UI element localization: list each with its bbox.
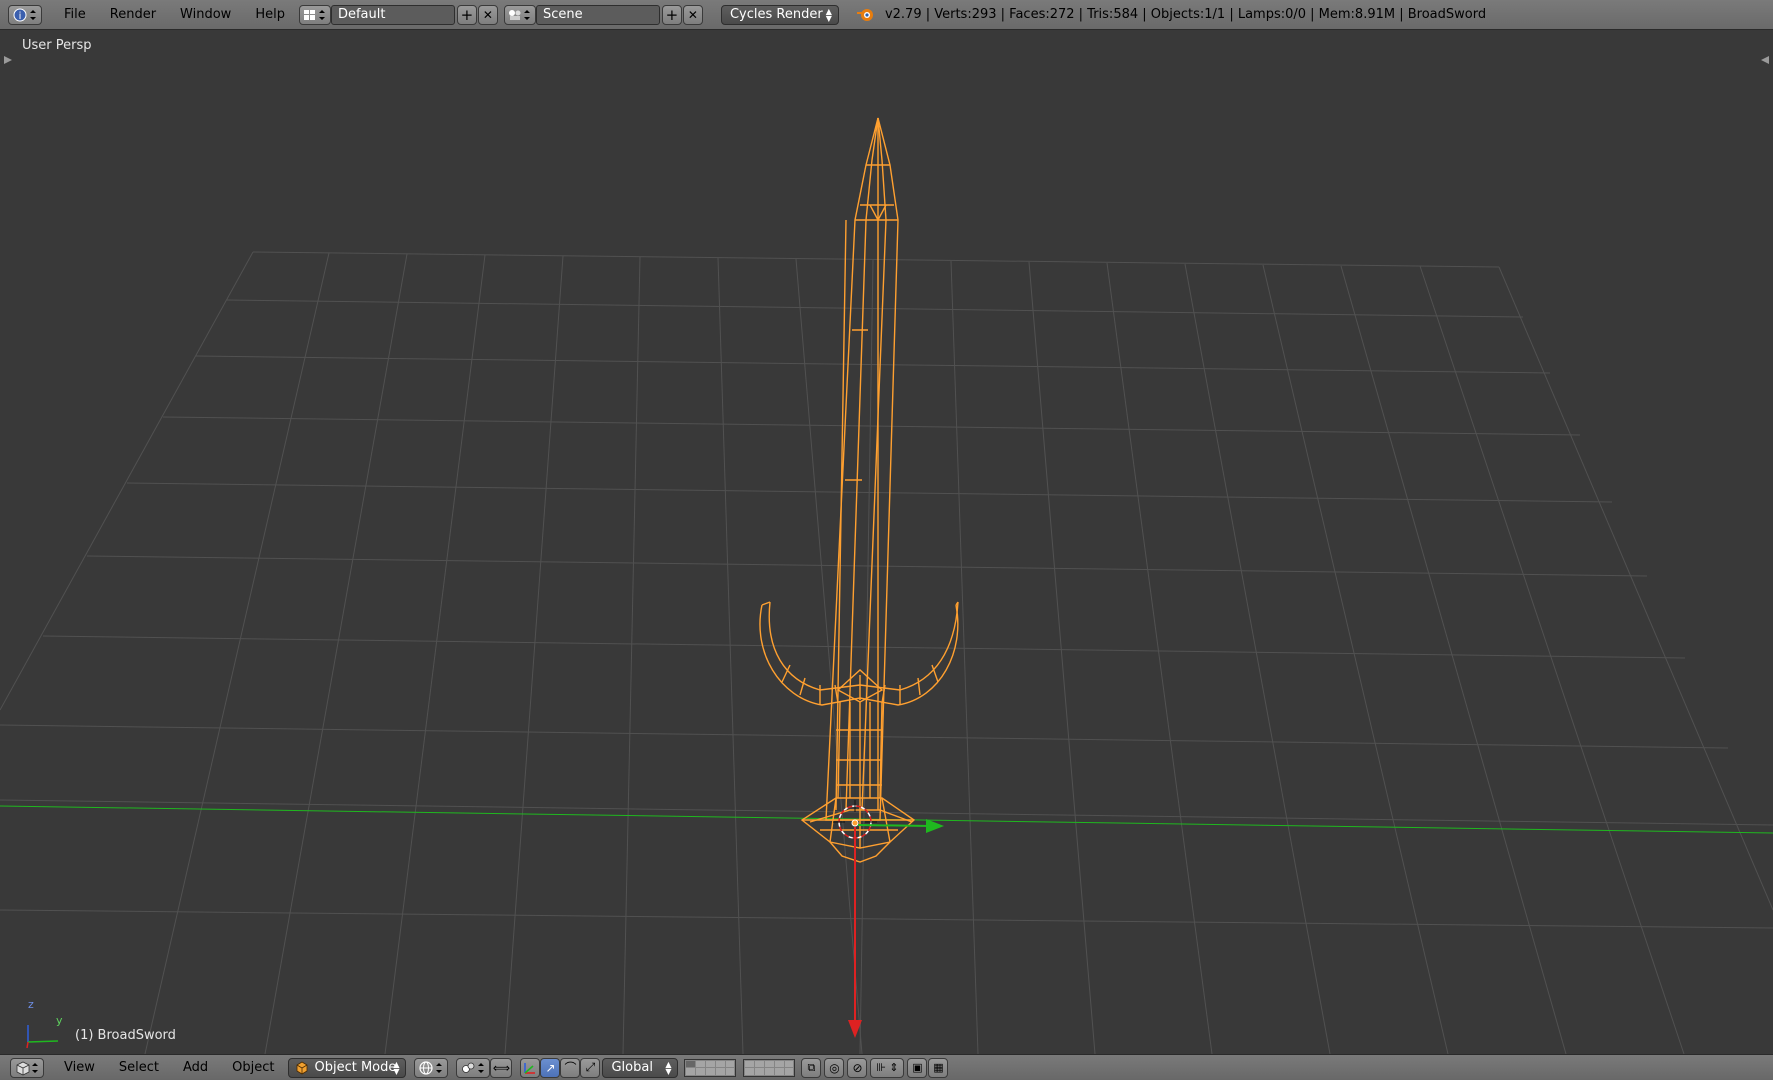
proportional-edit-icon: ◎ (829, 1060, 840, 1075)
proportional-edit-toggle[interactable]: ◎ (824, 1057, 845, 1078)
close-icon: ✕ (482, 7, 493, 22)
transform-orientation-dropdown[interactable]: Global ▲ ▼ (602, 1057, 679, 1078)
wireframe-sphere-icon (419, 1060, 443, 1075)
menu-window[interactable]: Window (168, 7, 243, 22)
screen-layout-icon (303, 9, 325, 20)
lock-camera-toggle[interactable]: ⧉ (801, 1057, 822, 1078)
broadsword-wireframe[interactable] (759, 117, 959, 863)
menu-add[interactable]: Add (171, 1060, 220, 1075)
screen-layout-name-field[interactable]: Default (330, 4, 455, 25)
3d-viewport[interactable]: User Persp z y (1) BroadSword (0, 30, 1773, 1054)
axis-y-label: y (56, 1014, 63, 1027)
area-split-corners[interactable] (4, 56, 1769, 64)
floor-grid (0, 251, 1773, 1054)
magnet-icon: ⊘ (852, 1060, 863, 1075)
rotate-icon: ⌒ (564, 1061, 577, 1075)
updown-arrows-icon: ▲ ▼ (665, 1059, 672, 1076)
active-object-label: (1) BroadSword (75, 1028, 176, 1043)
snap-element-dropdown[interactable]: ⊪ ⇕ (870, 1057, 905, 1078)
add-scene-button[interactable]: + (661, 4, 682, 25)
snap-toggle[interactable]: ⊘ (847, 1057, 868, 1078)
pivot-point-dropdown[interactable] (456, 1057, 491, 1078)
render-opengl-button[interactable]: ▣ (907, 1057, 928, 1078)
render-animation-button[interactable]: ▦ (928, 1057, 949, 1078)
3d-view-icon (16, 1061, 38, 1075)
interaction-mode-dropdown[interactable]: Object Mode ▲ ▼ (288, 1057, 407, 1078)
editor-type-button[interactable] (10, 1057, 44, 1078)
close-icon: ✕ (687, 7, 698, 22)
delete-screen-button[interactable]: ✕ (477, 4, 498, 25)
info-icon: i (13, 8, 36, 22)
axis-orientation-gizmo (26, 1025, 59, 1049)
svg-text:i: i (19, 11, 22, 22)
delete-scene-button[interactable]: ✕ (682, 4, 703, 25)
center-points-icon: ⟺ (492, 1060, 511, 1075)
scale-manipulator-toggle[interactable]: ⤢ (580, 1057, 601, 1078)
screen-layout-selector[interactable] (298, 4, 331, 25)
menu-file[interactable]: File (52, 7, 98, 22)
info-header: i File Render Window Help Default + ✕ Sc… (0, 0, 1773, 30)
scale-icon: ⤢ (585, 1060, 596, 1074)
axis-z-label: z (28, 998, 34, 1011)
menu-view[interactable]: View (52, 1060, 107, 1075)
menu-select[interactable]: Select (107, 1060, 171, 1075)
axis-manipulator-icon (524, 1062, 536, 1074)
lock-icon: ⧉ (807, 1060, 816, 1074)
plus-icon: + (665, 5, 679, 24)
layers-group-2[interactable] (743, 1058, 796, 1077)
clapperboard-icon: ▦ (933, 1061, 944, 1074)
layer-buttons[interactable] (684, 1058, 796, 1077)
object-cube-icon (297, 1061, 308, 1074)
render-engine-dropdown[interactable]: Cycles Render ▲ ▼ (720, 4, 839, 25)
rotate-manipulator-toggle[interactable]: ⌒ (560, 1057, 581, 1078)
updown-arrows-icon: ▲ ▼ (393, 1059, 400, 1076)
editor-type-info-button[interactable]: i (8, 4, 42, 25)
updown-arrows-icon: ▲ ▼ (825, 6, 832, 23)
manipulator-toggle[interactable] (520, 1057, 541, 1078)
orientation-label: Global (611, 1060, 653, 1075)
scene-icon (508, 9, 530, 20)
snap-increment-icon: ⊪ ⇕ (876, 1061, 899, 1074)
menu-object[interactable]: Object (220, 1060, 286, 1075)
menu-help[interactable]: Help (243, 7, 297, 22)
translate-manipulator-toggle[interactable]: ↗ (540, 1057, 561, 1078)
scene-selector[interactable] (503, 4, 536, 25)
blender-logo-icon (856, 8, 873, 21)
plus-icon: + (460, 5, 474, 24)
camera-icon: ▣ (912, 1061, 923, 1074)
render-engine-label: Cycles Render (729, 7, 823, 22)
menu-render[interactable]: Render (98, 7, 168, 22)
scene-name-field[interactable]: Scene (535, 4, 660, 25)
view-name-label: User Persp (22, 38, 92, 53)
pivot-point-icon (462, 1062, 485, 1073)
scene-statistics: v2.79 | Verts:293 | Faces:272 | Tris:584… (884, 7, 1487, 22)
mode-label: Object Mode (314, 1060, 397, 1075)
add-screen-button[interactable]: + (456, 4, 477, 25)
manipulate-center-points-toggle[interactable]: ⟺ (490, 1057, 513, 1078)
layers-group-1[interactable] (684, 1058, 737, 1077)
3d-view-header: View Select Add Object Object Mode ▲▼ ⟺ (0, 1054, 1773, 1080)
viewport-shading-dropdown[interactable] (414, 1057, 449, 1078)
viewport-canvas[interactable] (0, 30, 1773, 1054)
arrow-icon: ↗ (545, 1060, 556, 1075)
